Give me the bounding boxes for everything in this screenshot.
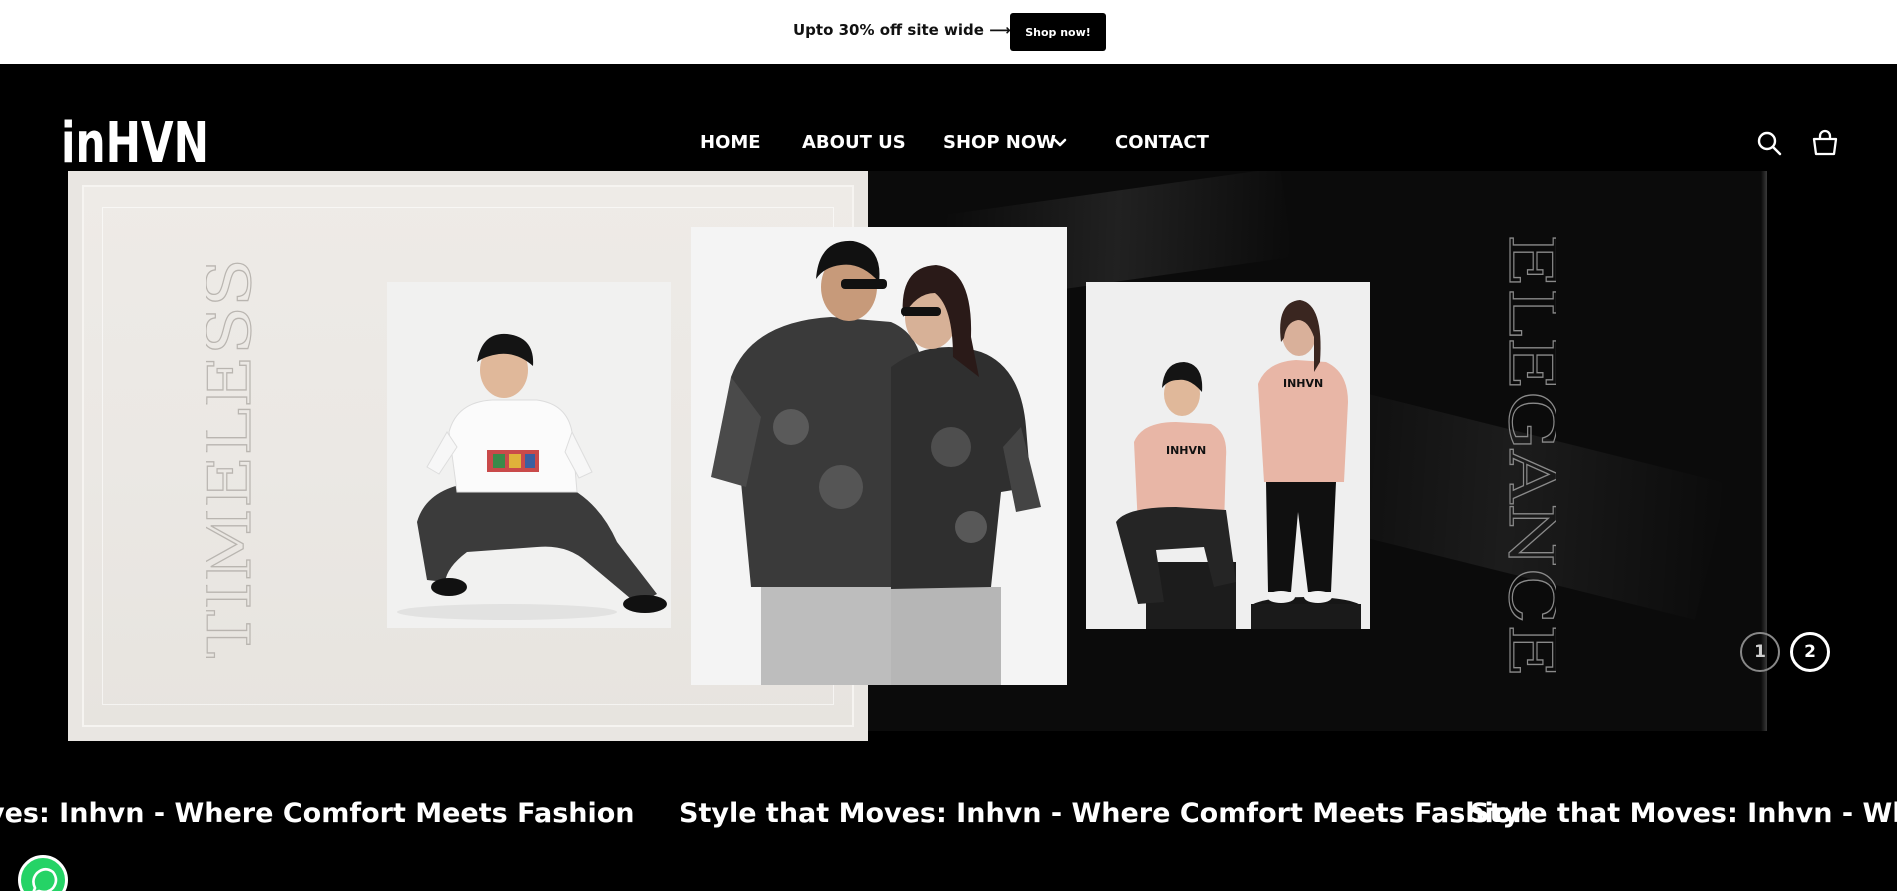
shop-now-button[interactable]: Shop now! [1010,13,1106,51]
product-photo-pink-tees[interactable]: INHVN INHVN [1086,282,1370,629]
hero-word-right: ELEGANCE [1496,233,1556,678]
model-illustration [387,282,671,628]
whatsapp-icon[interactable] [18,855,68,891]
whatsapp-glyph [32,867,58,891]
slide-dot-2[interactable]: 2 [1790,632,1830,672]
slide-dot-1[interactable]: 1 [1740,632,1780,672]
marquee-banner: Style that Moves: Inhvn - Where Comfort … [0,798,1897,838]
nav-contact[interactable]: CONTACT [1115,132,1209,153]
nav-about-us[interactable]: ABOUT US [802,132,906,153]
marquee-item: Style that Moves: Inhvn - Where Comfort … [0,798,635,829]
main-nav: HOME ABOUT US SHOP NOW CONTACT [0,132,1897,156]
couple-illustration [691,227,1067,685]
chevron-down-icon[interactable] [1051,134,1069,152]
announcement-bar: Upto 30% off site wide ⟶ Shop now! [0,0,1897,64]
nav-shop-now[interactable]: SHOP NOW [943,132,1056,153]
hero-word-left: TIMELESS [206,257,262,658]
product-photo-crouching-model[interactable] [387,282,671,628]
elegance-text: ELEGANCE [1496,234,1556,678]
search-icon[interactable] [1755,129,1783,157]
shirt-print-right: INHVN [1283,377,1323,390]
product-photo-couple[interactable] [691,227,1067,685]
marquee-item: Style that Moves: Inhvn - Where Comfort … [679,798,1532,829]
announcement-text: Upto 30% off site wide ⟶ [793,21,1011,39]
nav-home[interactable]: HOME [700,132,761,153]
timeless-text: TIMELESS [206,258,262,658]
marquee-item: Style that Moves: Inhvn - Where Comfort … [1470,798,1897,829]
cart-icon[interactable] [1811,129,1839,157]
pink-tees-illustration: INHVN INHVN [1086,282,1370,629]
shirt-print-left: INHVN [1166,444,1206,457]
